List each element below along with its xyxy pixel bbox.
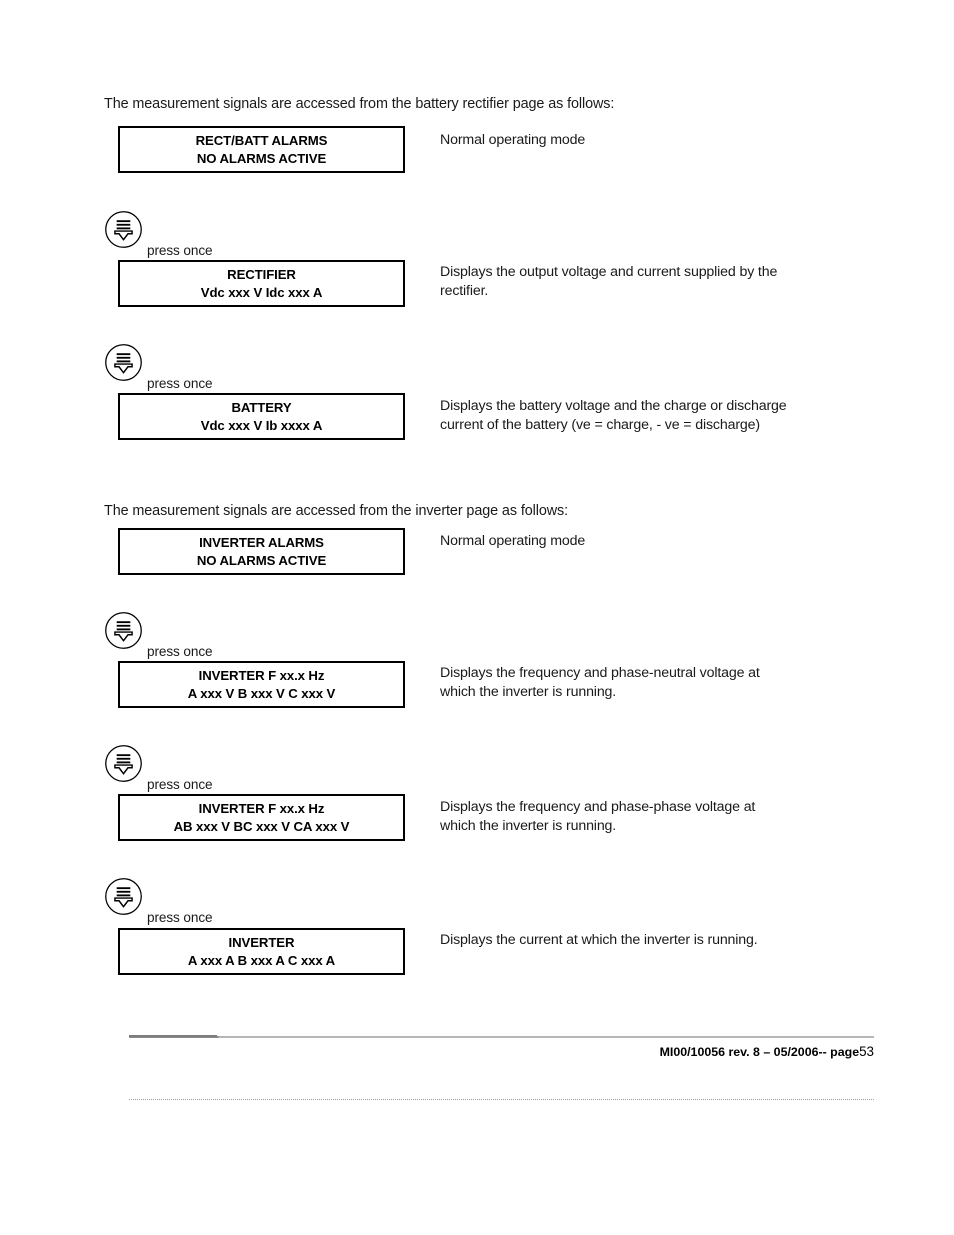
press-once-label: press once [147,777,213,792]
description-rectifier: Displays the output voltage and current … [440,264,778,299]
lcd-line-1: INVERTER F xx.x Hz [198,667,325,683]
lcd-line-2: Vdc xxx V Ib xxxx A [200,417,323,433]
lcd-line-2: Vdc xxx V Idc xxx A [200,284,323,300]
press-down-key-icon[interactable] [104,877,143,916]
step-press-once-inverter-phase-phase: press once [104,744,404,798]
description-inverter-phase-neutral: Displays the frequency and phase-neutral… [440,665,760,700]
step-press-once-inverter-current: press once [104,877,404,931]
press-down-key-icon[interactable] [104,611,143,650]
lcd-line-1: INVERTER [228,934,295,950]
footer-dotted-line [129,1099,874,1100]
description-inverter-phase-phase: Displays the frequency and phase-phase v… [440,799,756,834]
document-page: The measurement signals are accessed fro… [0,0,954,1235]
footer-page-number: 53 [859,1044,874,1059]
lcd-display-rectifier: RECTIFIER Vdc xxx V Idc xxx A [118,260,405,307]
press-once-label: press once [147,243,213,258]
lcd-line-2: NO ALARMS ACTIVE [196,552,327,568]
lcd-line-2: A xxx A B xxx A C xxx A [187,952,336,968]
lcd-display-rect-batt-alarms: RECT/BATT ALARMS NO ALARMS ACTIVE [118,126,405,173]
description-inverter-current: Displays the current at which the invert… [440,932,758,948]
description-rect-batt-alarms: Normal operating mode [440,132,586,148]
description-battery: Displays the battery voltage and the cha… [440,398,787,433]
lcd-display-inverter-phase-neutral: INVERTER F xx.x Hz A xxx V B xxx V C xxx… [118,661,405,708]
lcd-line-2: A xxx V B xxx V C xxx V [187,685,336,701]
lcd-line-1: RECT/BATT ALARMS [195,132,328,148]
footer-divider-accent [129,1035,217,1037]
lcd-line-1: INVERTER F xx.x Hz [198,800,325,816]
lcd-line-2: NO ALARMS ACTIVE [196,150,327,166]
lcd-line-1: RECTIFIER [227,266,296,282]
lcd-line-1: BATTERY [231,399,292,415]
lcd-display-inverter-current: INVERTER A xxx A B xxx A C xxx A [118,928,405,975]
step-press-once-rectifier: press once [104,210,404,264]
step-press-once-battery: press once [104,343,404,397]
press-once-label: press once [147,644,213,659]
press-down-key-icon[interactable] [104,343,143,382]
lcd-line-2: AB xxx V BC xxx V CA xxx V [173,818,350,834]
lcd-display-battery: BATTERY Vdc xxx V Ib xxxx A [118,393,405,440]
lcd-display-inverter-phase-phase: INVERTER F xx.x Hz AB xxx V BC xxx V CA … [118,794,405,841]
step-press-once-inverter-phase-neutral: press once [104,611,404,665]
description-inverter-alarms: Normal operating mode [440,533,586,549]
press-down-key-icon[interactable] [104,210,143,249]
footer-document-reference: MI00/10056 rev. 8 – 05/2006-- page53 [129,1044,874,1059]
press-down-key-icon[interactable] [104,744,143,783]
press-once-label: press once [147,376,213,391]
lcd-line-1: INVERTER ALARMS [199,534,324,550]
rectifier-intro-text: The measurement signals are accessed fro… [104,96,615,112]
press-once-label: press once [147,910,213,925]
lcd-display-inverter-alarms: INVERTER ALARMS NO ALARMS ACTIVE [118,528,405,575]
footer-divider-line [129,1036,874,1038]
inverter-intro-text: The measurement signals are accessed fro… [104,503,569,519]
footer-doc-ref-text: MI00/10056 rev. 8 – 05/2006-- page [659,1045,860,1059]
